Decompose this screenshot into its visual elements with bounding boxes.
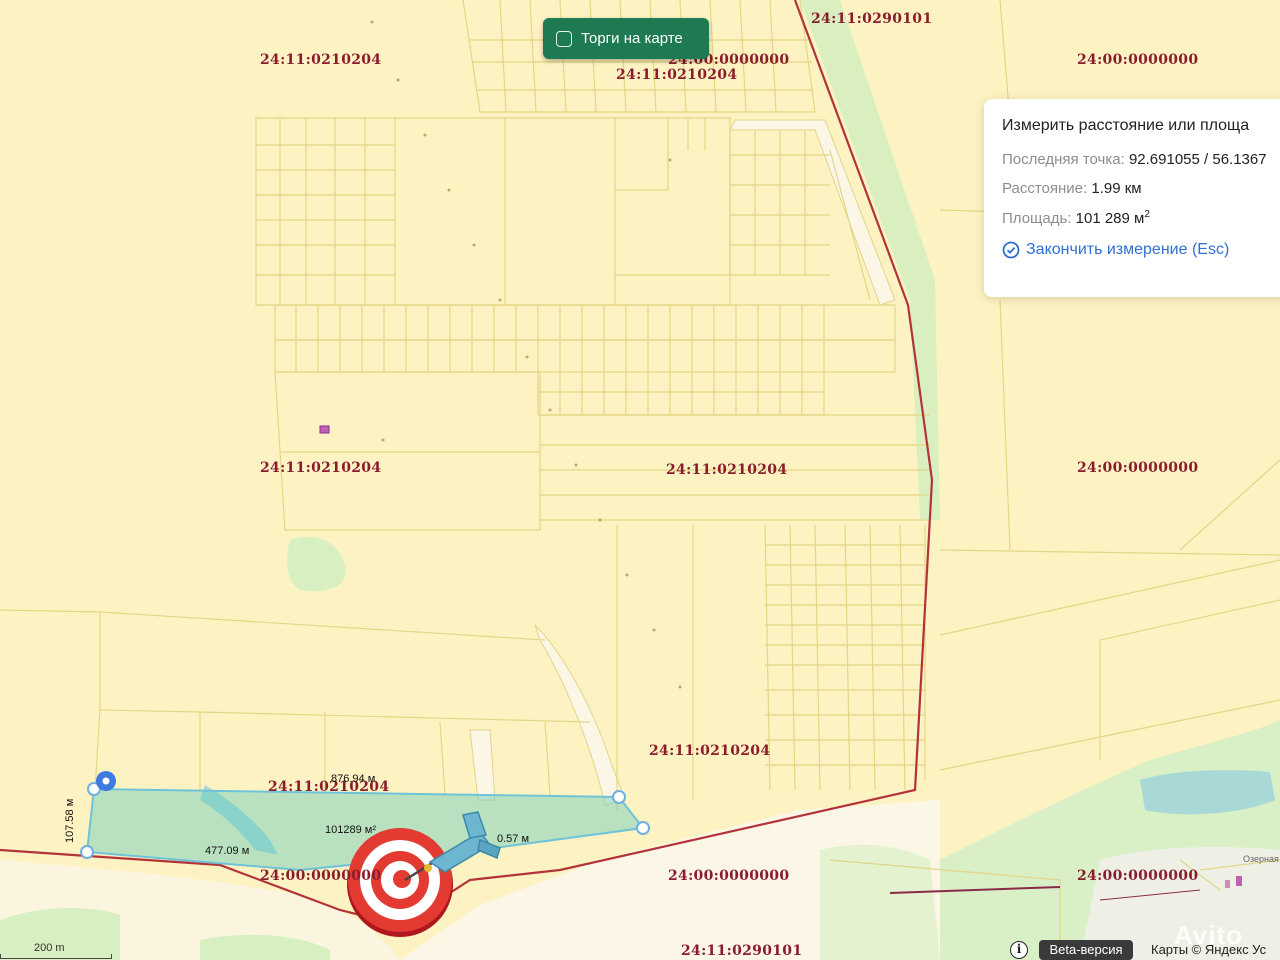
checkbox-icon[interactable] [556, 30, 572, 47]
cadastral-label: 24:11:0210204 [666, 462, 788, 478]
area-unit-sup: 2 [1144, 209, 1150, 220]
info-icon[interactable]: i [1010, 941, 1028, 959]
distance-row: Расстояние: 1.99 км [1002, 180, 1280, 197]
cadastral-label: 24:00:0000000 [668, 868, 790, 884]
cadastral-label: 24:11:0210204 [649, 743, 771, 759]
polygon-area-label: 101289 м² [325, 824, 376, 836]
finish-measure-button[interactable]: Закончить измерение (Esc) [1002, 241, 1280, 259]
edge-length-label: 477.09 м [205, 845, 250, 857]
location-pin-icon [96, 771, 116, 791]
place-label: Озерная [1243, 854, 1279, 864]
beta-badge[interactable]: Beta-версия [1039, 940, 1133, 960]
scale-ruler [0, 954, 112, 959]
last-point-value: 92.691055 / 56.1367 [1128, 151, 1267, 168]
edge-length-label: 0.57 м [497, 833, 530, 845]
cadastral-label: 24:00:0000000 [1077, 52, 1199, 68]
edge-length-label: 876.94 м [331, 773, 376, 785]
last-point-row: Последняя точка: 92.691055 / 56.1367 [1002, 151, 1280, 168]
cadastral-label: 24:11:0210204 [260, 52, 382, 68]
measure-panel: Измерить расстояние или площа Последняя … [984, 99, 1280, 297]
auction-toggle-label: Торги на карте [581, 30, 683, 47]
distance-label: Расстояние: [1002, 180, 1088, 197]
cadastral-label: 24:00:0000000 [260, 868, 382, 884]
cadastral-label: 24:11:0290101 [811, 11, 933, 27]
area-value: 101 289 м [1075, 210, 1145, 227]
check-circle-icon [1002, 241, 1020, 259]
cadastral-label: 24:11:0290101 [681, 943, 803, 959]
cadastral-label: 24:11:0210204 [616, 67, 738, 83]
edge-length-label: 107.58 м [64, 798, 76, 843]
cadastral-label: 24:11:0210204 [260, 460, 382, 476]
auction-toggle-button[interactable]: Торги на карте [543, 18, 709, 59]
cadastral-label: 24:00:0000000 [1077, 460, 1199, 476]
last-point-label: Последняя точка: [1002, 151, 1125, 168]
finish-measure-label: Закончить измерение (Esc) [1026, 241, 1230, 258]
area-row: Площадь: 101 289 м2 [1002, 209, 1280, 227]
cadastral-label: 24:00:0000000 [1077, 868, 1199, 884]
scale-label: 200 m [34, 942, 65, 954]
measure-panel-title: Измерить расстояние или площа [1002, 117, 1250, 134]
scale-bar: 200 m [0, 940, 112, 960]
distance-value: 1.99 км [1091, 180, 1142, 197]
area-label: Площадь: [1002, 210, 1072, 227]
copyright-text[interactable]: Карты © Яндекс Ус [1151, 942, 1266, 957]
